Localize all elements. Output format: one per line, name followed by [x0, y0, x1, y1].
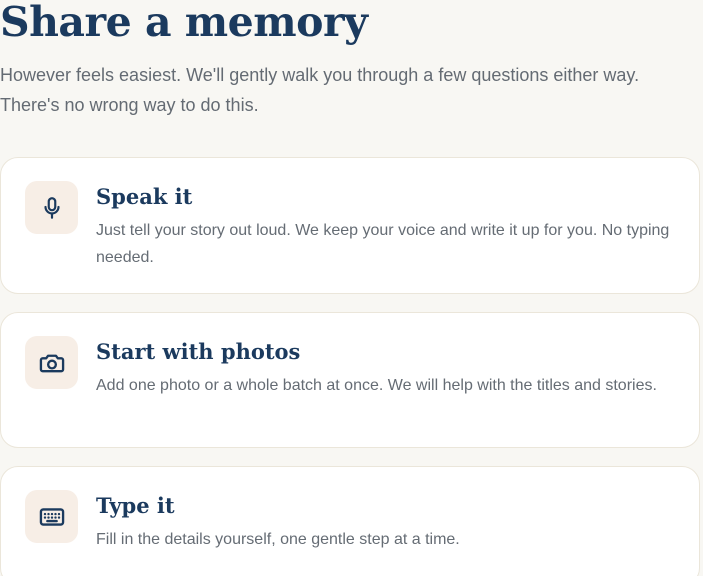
start-with-photos-option-card[interactable]: Start with photos Add one photo or a who… [0, 312, 700, 448]
speak-it-description: Just tell your story out loud. We keep y… [96, 222, 670, 266]
type-it-title: Type it [96, 493, 175, 518]
start-with-photos-description: Add one photo or a whole batch at once. … [96, 377, 657, 394]
type-it-icon-tile [25, 490, 78, 543]
camera-icon [38, 349, 66, 377]
speak-it-icon-tile [25, 181, 78, 234]
speak-it-option-card[interactable]: Speak it Just tell your story out loud. … [0, 157, 700, 294]
speak-it-title: Speak it [96, 184, 193, 209]
start-with-photos-title: Start with photos [96, 339, 301, 364]
type-it-option-card[interactable]: Type it Fill in the details yourself, on… [0, 466, 700, 576]
type-it-description: Fill in the details yourself, one gentle… [96, 531, 460, 548]
microphone-icon [39, 195, 65, 221]
page-intro: However feels easiest. We'll gently walk… [0, 65, 640, 115]
keyboard-icon [38, 503, 66, 531]
page-title: Share a memory [0, 0, 368, 46]
start-with-photos-icon-tile [25, 336, 78, 389]
